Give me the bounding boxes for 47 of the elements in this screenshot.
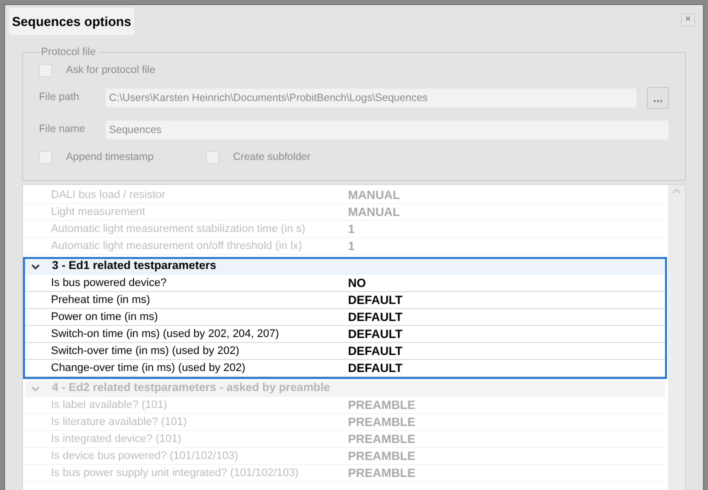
checkbox-label: Ask for protocol file: [66, 62, 156, 78]
close-button[interactable]: ×: [681, 13, 695, 27]
property-value[interactable]: PREAMBLE: [348, 430, 416, 448]
property-name: Is device bus powered? (101/102/103): [50, 448, 240, 464]
property-name: Switch-over time (in ms) (used by 202): [50, 344, 240, 359]
property-value[interactable]: DEFAULT: [348, 291, 402, 309]
property-value[interactable]: DEFAULT: [348, 308, 402, 326]
property-value[interactable]: DEFAULT: [348, 359, 402, 377]
property-name: Is label available? (101): [50, 398, 168, 413]
browse-button[interactable]: ...: [647, 86, 669, 108]
checkbox-label: Append timestamp: [66, 150, 154, 164]
property-value[interactable]: NO: [348, 274, 366, 292]
property-name: Is integrated device? (101): [50, 432, 182, 447]
property-name: Power on time (in ms): [50, 310, 159, 325]
checkbox-label: Create subfolder: [233, 150, 311, 164]
property-value[interactable]: PREAMBLE: [348, 464, 416, 482]
group-legend: Protocol file: [39, 45, 98, 61]
property-name: Is bus power supply unit integrated? (101/102/103): [50, 466, 300, 481]
property-value[interactable]: MANUAL: [348, 203, 400, 221]
scroll-up-icon[interactable]: [672, 188, 681, 194]
checkbox[interactable]: [206, 150, 219, 164]
file-name-field[interactable]: Sequences: [105, 120, 669, 140]
property-name: Is literature available? (101): [50, 414, 188, 430]
property-name: DALI bus load / resistor: [50, 188, 166, 203]
window-title: Sequences options: [9, 8, 134, 36]
property-value[interactable]: PREAMBLE: [348, 413, 416, 431]
property-value[interactable]: MANUAL: [348, 186, 400, 204]
property-name: Automatic light measurement stabilization time (in s): [50, 222, 306, 237]
scrollbar[interactable]: [668, 185, 685, 490]
property-value[interactable]: DEFAULT: [348, 325, 402, 343]
property-value[interactable]: PREAMBLE: [348, 396, 416, 414]
file-path-field[interactable]: C:\Users\Karsten Heinrich\Documents\ProbitBench\Logs\Sequences: [105, 88, 637, 108]
property-value[interactable]: 1: [348, 220, 355, 238]
property-value[interactable]: 1: [348, 237, 355, 255]
property-name: Change-over time (in ms) (used by 202): [50, 360, 246, 376]
property-name: Switch-on time (in ms) (used by 202, 204, 207): [50, 326, 280, 342]
checkbox[interactable]: [39, 64, 52, 78]
file-path-label: File path: [39, 90, 80, 105]
property-name: Preheat time (in ms): [50, 292, 152, 308]
checkbox[interactable]: [39, 150, 52, 164]
property-name: Automatic light measurement on/off threshold (in lx): [50, 238, 304, 254]
property-name: Light measurement: [50, 204, 146, 220]
file-name-label: File name: [39, 122, 86, 137]
property-value[interactable]: PREAMBLE: [348, 447, 416, 465]
property-value[interactable]: DEFAULT: [348, 342, 402, 360]
chevron-down-icon[interactable]: [31, 264, 40, 270]
property-name: Is bus powered device?: [50, 276, 168, 291]
